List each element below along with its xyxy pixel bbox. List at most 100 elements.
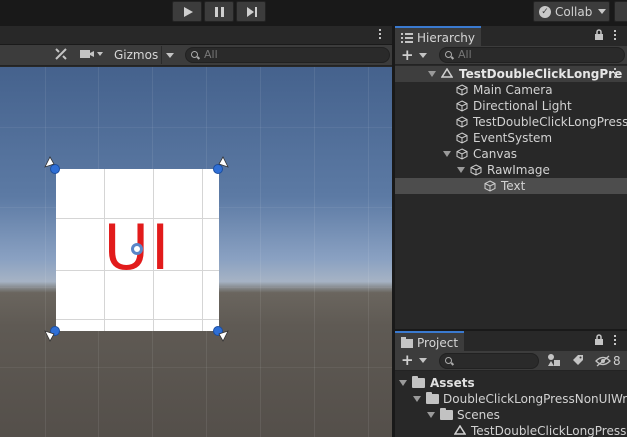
- grid-line: [0, 127, 392, 128]
- fold-arrow-icon[interactable]: [399, 380, 407, 386]
- scene-toolbar: Gizmos All: [0, 45, 392, 66]
- cube-icon: [484, 180, 496, 192]
- image-grid-line: [56, 319, 219, 320]
- gizmos-button[interactable]: Gizmos: [110, 46, 162, 64]
- fold-arrow-icon[interactable]: [413, 396, 421, 402]
- main-toolbar: ✓ Collab: [0, 0, 627, 24]
- cube-icon: [456, 116, 468, 128]
- anchor-top-left-icon[interactable]: [40, 155, 60, 169]
- chevron-down-icon[interactable]: [419, 53, 427, 58]
- hierarchy-item-main-camera[interactable]: Main Camera: [395, 82, 627, 98]
- cube-icon: [470, 164, 482, 176]
- anchor-top-right-icon[interactable]: [214, 155, 234, 169]
- collab-check-icon: ✓: [539, 5, 551, 18]
- hierarchy-item-text[interactable]: Text: [395, 178, 627, 194]
- account-button[interactable]: [614, 1, 627, 22]
- scene-panel: Gizmos All UI: [0, 26, 392, 437]
- add-icon[interactable]: +: [401, 47, 414, 63]
- hierarchy-row-label: Directional Light: [473, 99, 572, 113]
- hierarchy-panel: Hierarchy + All TestDoubleClickLongPre M…: [395, 26, 627, 329]
- scene-row-menu-icon[interactable]: [613, 68, 617, 80]
- project-row-label: Assets: [430, 376, 475, 390]
- playmode-controls: [172, 1, 266, 22]
- cube-icon: [456, 148, 468, 160]
- hierarchy-item-directional-light[interactable]: Directional Light: [395, 98, 627, 114]
- project-item-scene-file[interactable]: TestDoubleClickLongPress: [395, 423, 627, 437]
- hierarchy-row-label: EventSystem: [473, 131, 553, 145]
- hierarchy-search-input[interactable]: All: [439, 47, 625, 63]
- search-icon: [191, 51, 198, 58]
- eye-slash-icon: [595, 355, 611, 367]
- add-icon[interactable]: +: [401, 352, 414, 368]
- tab-hierarchy[interactable]: Hierarchy: [395, 26, 482, 46]
- collab-button[interactable]: ✓ Collab: [533, 1, 610, 22]
- hierarchy-item-event-system[interactable]: EventSystem: [395, 130, 627, 146]
- hierarchy-item-canvas[interactable]: Canvas: [395, 146, 627, 162]
- lock-icon[interactable]: [594, 334, 604, 346]
- fold-arrow-icon[interactable]: [443, 151, 451, 157]
- project-item-assets[interactable]: Assets: [395, 375, 627, 391]
- lock-icon[interactable]: [594, 29, 604, 41]
- scene-viewport[interactable]: UI: [0, 67, 392, 437]
- fold-arrow-icon[interactable]: [427, 412, 435, 418]
- hierarchy-row-label: Main Camera: [473, 83, 553, 97]
- project-row-label: DoubleClickLongPressNonUIWra: [443, 392, 627, 406]
- grid-line: [314, 67, 315, 437]
- folder-icon: [440, 408, 453, 420]
- chevron-down-icon[interactable]: [419, 358, 427, 363]
- anchor-bottom-right-icon[interactable]: [214, 329, 234, 343]
- hierarchy-item-test-object[interactable]: TestDoubleClickLongPress: [395, 114, 627, 130]
- cube-icon: [456, 84, 468, 96]
- project-tab-label: Project: [417, 336, 459, 350]
- folder-icon: [426, 392, 439, 404]
- project-menu-icon[interactable]: [613, 335, 617, 347]
- hierarchy-toolbar: + All: [395, 46, 627, 65]
- project-search-input[interactable]: [439, 353, 539, 369]
- play-button[interactable]: [172, 1, 202, 22]
- tab-project[interactable]: Project: [395, 331, 465, 351]
- pivot-handle[interactable]: [131, 243, 143, 255]
- grid-line: [368, 67, 369, 437]
- hierarchy-row-label: RawImage: [487, 163, 550, 177]
- hierarchy-list-icon: [401, 33, 413, 43]
- hierarchy-row-label: Canvas: [473, 147, 518, 161]
- project-item-scenes[interactable]: Scenes: [395, 407, 627, 423]
- project-panel: Project + 8 Assets DoubleClickLongPressN…: [395, 331, 627, 437]
- filter-by-type-icon[interactable]: [544, 353, 564, 369]
- grid-line: [260, 67, 261, 437]
- hierarchy-scene-row[interactable]: TestDoubleClickLongPre: [395, 66, 627, 82]
- cube-icon: [456, 100, 468, 112]
- fold-arrow-icon[interactable]: [457, 167, 465, 173]
- grid-line: [45, 67, 46, 437]
- scene-menu-icon[interactable]: [378, 29, 382, 41]
- hidden-count: 8: [613, 354, 621, 368]
- gizmos-dropdown[interactable]: [161, 46, 177, 64]
- chevron-down-icon: [598, 9, 607, 14]
- hierarchy-row-label: Text: [501, 179, 526, 193]
- scene-search-input[interactable]: All: [185, 47, 390, 63]
- project-item-package-folder[interactable]: DoubleClickLongPressNonUIWra: [395, 391, 627, 407]
- step-button[interactable]: [236, 1, 266, 22]
- hierarchy-search-placeholder: All: [458, 48, 472, 61]
- camera-icon[interactable]: [78, 47, 106, 64]
- scene-tab-bar: [0, 26, 392, 45]
- project-toolbar: + 8: [395, 351, 627, 371]
- pause-button[interactable]: [204, 1, 234, 22]
- hierarchy-tab-label: Hierarchy: [417, 31, 476, 45]
- filter-by-label-icon[interactable]: [568, 353, 588, 369]
- project-row-label: TestDoubleClickLongPress: [471, 424, 627, 437]
- anchor-bottom-left-icon[interactable]: [40, 329, 60, 343]
- fold-arrow-icon[interactable]: [428, 71, 436, 77]
- hierarchy-menu-icon[interactable]: [613, 30, 617, 42]
- scene-search-placeholder: All: [204, 48, 218, 61]
- collab-label: Collab: [555, 4, 593, 19]
- hierarchy-item-raw-image[interactable]: RawImage: [395, 162, 627, 178]
- unity-scene-icon: [441, 68, 453, 78]
- project-row-label: Scenes: [457, 408, 500, 422]
- hierarchy-row-label: TestDoubleClickLongPress: [473, 115, 627, 129]
- unity-scene-icon: [454, 425, 466, 435]
- search-icon: [445, 51, 452, 58]
- hidden-packages-toggle[interactable]: 8: [593, 353, 625, 369]
- tools-icon[interactable]: [52, 47, 70, 64]
- folder-icon: [412, 376, 425, 388]
